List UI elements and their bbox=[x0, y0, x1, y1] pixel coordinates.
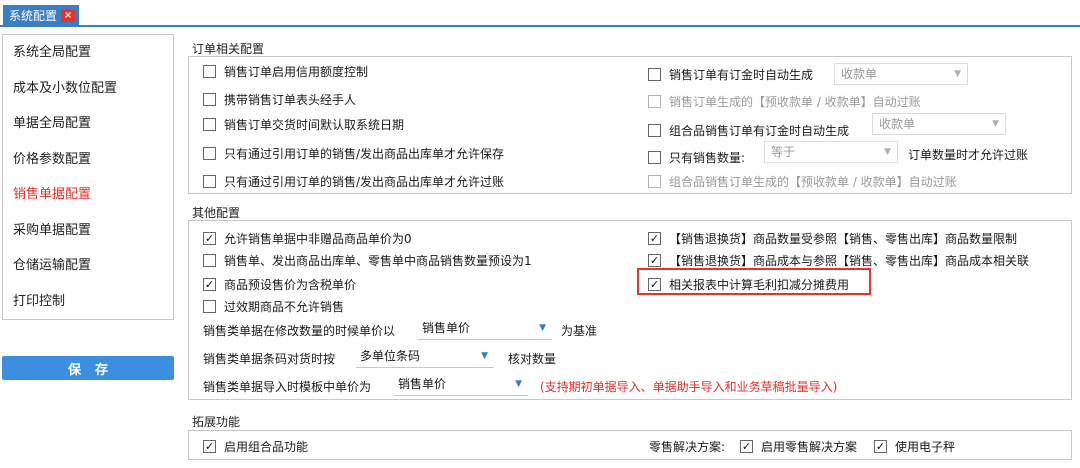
sidebar-item-sales-document[interactable]: 销售单据配置 bbox=[3, 177, 173, 213]
chevron-down-icon: ▼ bbox=[954, 69, 961, 79]
checkbox-icon[interactable] bbox=[203, 147, 216, 160]
checkbox-combo-deposit-auto-generate[interactable]: 组合品销售订单有订金时自动生成 bbox=[648, 122, 849, 139]
section-title-order: 订单相关配置 bbox=[192, 42, 265, 56]
checkbox-return-cost-link[interactable]: ✓ 【销售退换货】商品成本与参照【销售、零售出库】商品成本相关联 bbox=[648, 252, 1029, 269]
checkbox-icon[interactable] bbox=[203, 175, 216, 188]
section-title-other: 其他配置 bbox=[192, 206, 241, 220]
chevron-down-icon: ▼ bbox=[884, 147, 891, 157]
checkbox-icon[interactable] bbox=[648, 68, 661, 81]
barcode-check-select[interactable]: 多单位条码 ▼ bbox=[356, 346, 494, 368]
sidebar-item-price[interactable]: 价格参数配置 bbox=[3, 142, 173, 178]
checkbox-combo-function[interactable]: ✓ 启用组合品功能 bbox=[203, 438, 308, 455]
tab-title: 系统配置 bbox=[9, 8, 58, 23]
sidebar: 系统全局配置 成本及小数位配置 单据全局配置 价格参数配置 销售单据配置 采购单… bbox=[2, 34, 174, 320]
checkbox-delivery-date[interactable]: 销售订单交货时间默认取系统日期 bbox=[203, 116, 404, 133]
price-basis-suffix: 为基准 bbox=[561, 324, 598, 338]
checkbox-icon[interactable] bbox=[648, 151, 661, 164]
checkbox-icon[interactable] bbox=[203, 300, 216, 313]
chevron-down-icon: ▼ bbox=[992, 119, 999, 129]
chevron-down-icon: ▼ bbox=[539, 323, 546, 333]
tab-system-config[interactable]: 系统配置 × bbox=[3, 5, 80, 25]
sidebar-item-print[interactable]: 打印控制 bbox=[3, 284, 173, 320]
checkbox-icon[interactable] bbox=[648, 95, 661, 108]
deposit-receipt-select[interactable]: 收款单 ▼ bbox=[834, 63, 968, 85]
checkbox-icon[interactable] bbox=[203, 65, 216, 78]
checkbox-icon[interactable] bbox=[203, 93, 216, 106]
combo-deposit-receipt-select[interactable]: 收款单 ▼ bbox=[872, 113, 1006, 135]
checkbox-default-quantity[interactable]: 销售单、发出商品出库单、零售单中商品销售数量预设为1 bbox=[203, 252, 532, 269]
check-icon[interactable]: ✓ bbox=[648, 254, 661, 267]
chevron-down-icon: ▼ bbox=[515, 379, 522, 389]
checkbox-carry-handler[interactable]: 携带销售订单表头经手人 bbox=[203, 91, 356, 108]
checkbox-icon[interactable] bbox=[203, 254, 216, 267]
barcode-check-suffix: 核对数量 bbox=[508, 352, 557, 366]
close-icon[interactable]: × bbox=[61, 8, 76, 22]
retail-solution-label: 零售解决方案: bbox=[649, 440, 726, 454]
import-support-note: (支持期初单据导入、单据助手导入和业务草稿批量导入) bbox=[540, 380, 838, 394]
check-icon[interactable]: ✓ bbox=[203, 278, 216, 291]
sidebar-item-cost-decimal[interactable]: 成本及小数位配置 bbox=[3, 71, 173, 107]
checkbox-retail-solution[interactable]: ✓ 启用零售解决方案 bbox=[740, 438, 857, 455]
sidebar-item-document-global[interactable]: 单据全局配置 bbox=[3, 106, 173, 142]
check-icon[interactable]: ✓ bbox=[874, 440, 887, 453]
tab-underline bbox=[0, 25, 1080, 27]
highlight-box bbox=[637, 268, 871, 295]
checkbox-credit-limit[interactable]: 销售订单启用信用额度控制 bbox=[203, 63, 368, 80]
checkbox-icon[interactable] bbox=[648, 175, 661, 188]
checkbox-ref-order-post[interactable]: 只有通过引用订单的销售/发出商品出库单才允许过账 bbox=[203, 173, 504, 190]
check-icon[interactable]: ✓ bbox=[740, 440, 753, 453]
quantity-compare-suffix: 订单数量时才允许过账 bbox=[908, 148, 1029, 162]
price-basis-label: 销售类单据在修改数量的时候单价以 bbox=[203, 324, 396, 338]
checkbox-tax-inclusive-price[interactable]: ✓ 商品预设售价为含税单价 bbox=[203, 276, 356, 293]
checkbox-auto-post-receipt[interactable]: 销售订单生成的【预收款单 / 收款单】自动过账 bbox=[648, 93, 921, 110]
checkbox-icon[interactable] bbox=[203, 118, 216, 131]
checkbox-deposit-auto-generate[interactable]: 销售订单有订金时自动生成 bbox=[648, 66, 813, 83]
checkbox-zero-price[interactable]: ✓ 允许销售单据中非赠品商品单价为0 bbox=[203, 230, 412, 247]
save-button[interactable]: 保存 bbox=[2, 356, 174, 380]
price-basis-select[interactable]: 销售单价 ▼ bbox=[418, 318, 552, 340]
import-price-label: 销售类单据导入时模板中单价为 bbox=[203, 380, 372, 394]
sidebar-item-global[interactable]: 系统全局配置 bbox=[3, 35, 173, 71]
checkbox-sales-quantity[interactable]: 只有销售数量: bbox=[648, 149, 745, 166]
sidebar-item-purchase-document[interactable]: 采购单据配置 bbox=[3, 213, 173, 249]
quantity-compare-select[interactable]: 等于 ▼ bbox=[764, 141, 898, 163]
check-icon[interactable]: ✓ bbox=[203, 232, 216, 245]
barcode-check-label: 销售类单据条码对货时按 bbox=[203, 352, 336, 366]
checkbox-return-quantity-limit[interactable]: ✓ 【销售退换货】商品数量受参照【销售、零售出库】商品数量限制 bbox=[648, 230, 1017, 247]
import-price-select[interactable]: 销售单价 ▼ bbox=[394, 374, 528, 396]
section-title-extension: 拓展功能 bbox=[192, 415, 241, 429]
checkbox-expired-goods[interactable]: 过效期商品不允许销售 bbox=[203, 298, 344, 315]
sidebar-item-storage[interactable]: 仓储运输配置 bbox=[3, 248, 173, 284]
checkbox-icon[interactable] bbox=[648, 124, 661, 137]
checkbox-ref-order-save[interactable]: 只有通过引用订单的销售/发出商品出库单才允许保存 bbox=[203, 145, 504, 162]
checkbox-combo-auto-post-receipt[interactable]: 组合品销售订单生成的【预收款单 / 收款单】自动过账 bbox=[648, 173, 957, 190]
checkbox-electronic-scale[interactable]: ✓ 使用电子秤 bbox=[874, 438, 955, 455]
check-icon[interactable]: ✓ bbox=[648, 232, 661, 245]
chevron-down-icon: ▼ bbox=[481, 351, 488, 361]
check-icon[interactable]: ✓ bbox=[203, 440, 216, 453]
